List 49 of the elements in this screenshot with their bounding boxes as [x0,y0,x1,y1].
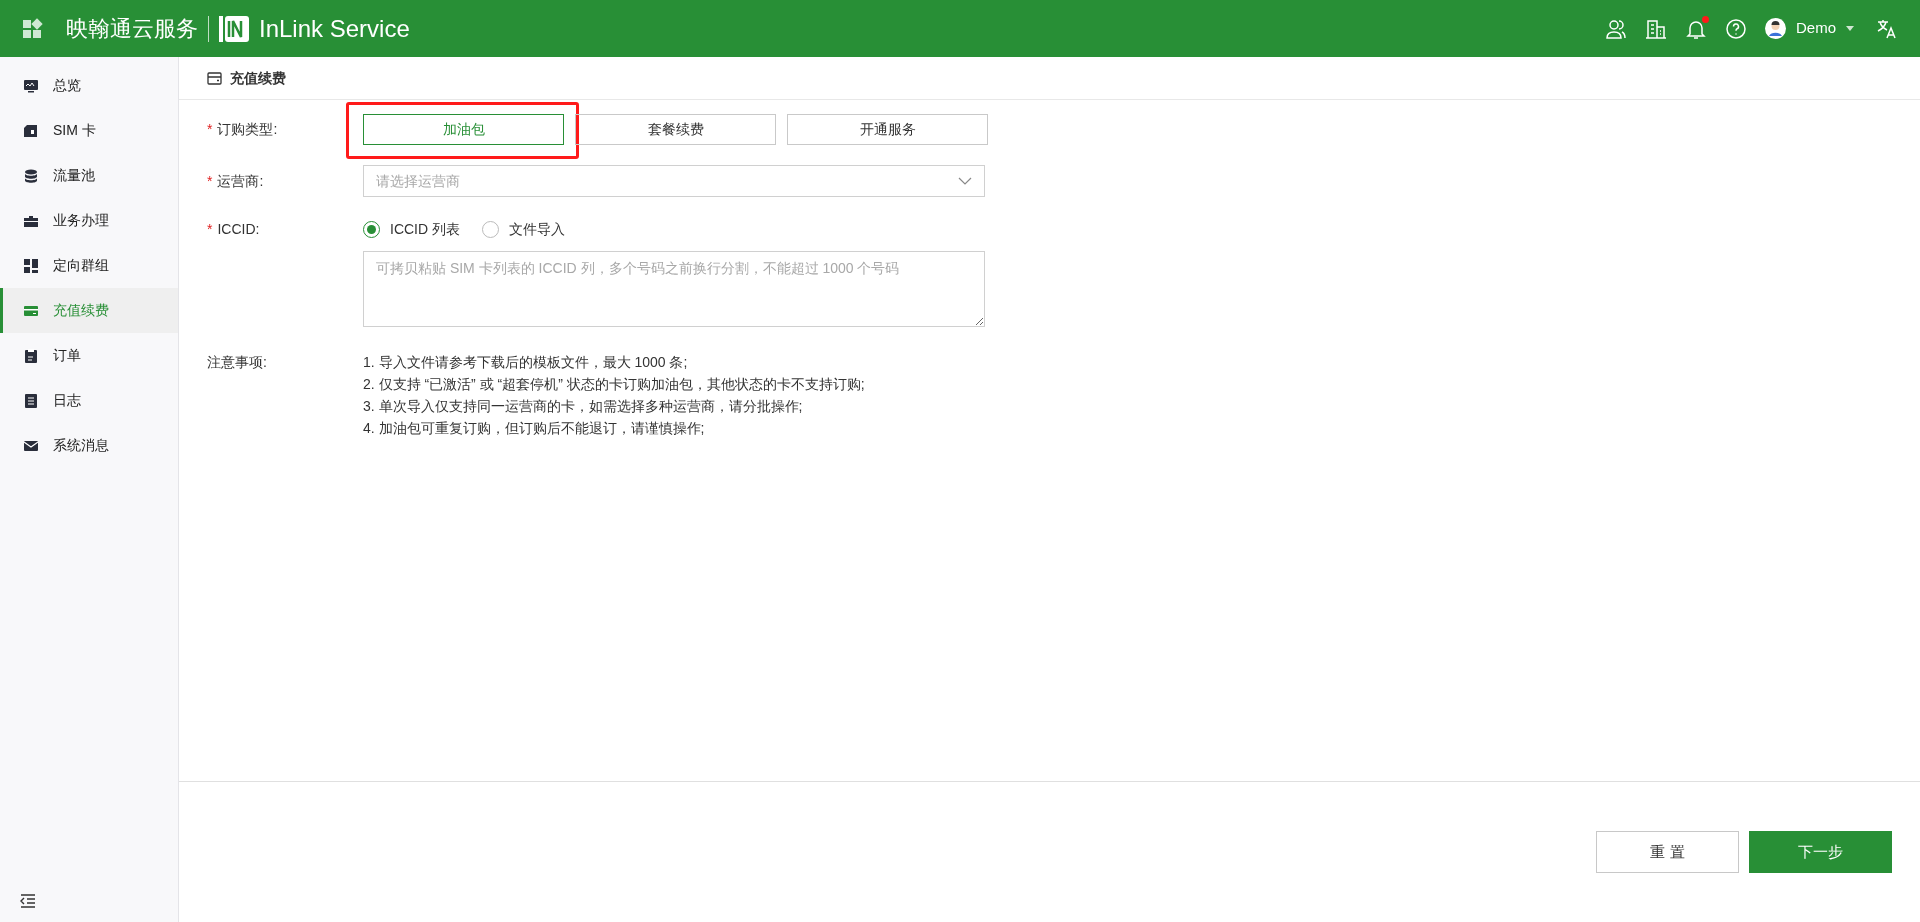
note-line: 2. 仅支持 “已激活” 或 “超套停机” 状态的卡订购加油包，其他状态的卡不支持订购; [363,375,866,394]
sidebar-item[interactable]: 订单 [0,333,178,378]
help-icon[interactable] [1725,17,1747,40]
field-label: 注意事项: [207,352,267,372]
grid-icon [23,257,39,274]
user-menu[interactable]: Demo [1765,17,1854,40]
avatar-icon [1765,18,1786,39]
field-label: 运营商: [217,171,264,191]
note-line: 4. 加油包可重复订购，但订购后不能退订，请谨慎操作; [363,419,706,438]
mode-radio[interactable]: ICCID 列表 [363,218,460,240]
required-mark: * [207,219,213,239]
logo-icon [219,15,249,42]
wallet-icon [207,71,222,85]
note-line: 1. 导入文件请参考下载后的模板文件，最大 1000 条; [363,353,689,372]
sidebar-item[interactable]: 流量池 [0,153,178,198]
collapse-menu-icon[interactable] [20,894,36,908]
order-type-option[interactable]: 套餐续费 [575,114,776,145]
document-icon [23,392,39,409]
order-type-option[interactable]: 加油包 [363,114,564,145]
sidebar-item[interactable]: SIM 卡 [0,108,178,153]
sidebar-item[interactable]: 系统消息 [0,423,178,468]
field-label: 订购类型: [217,119,278,139]
mode-radio[interactable]: 文件导入 [482,218,565,240]
reset-button[interactable]: 重 置 [1596,831,1739,873]
sidebar-item[interactable]: 业务办理 [0,198,178,243]
sidebar-item[interactable]: 定向群组 [0,243,178,288]
iccid-input[interactable]: 可拷贝粘贴 SIM 卡列表的 ICCID 列，多个号码之前换行分割，不能超过 1000 个号码 [363,251,985,327]
brand-name: 映翰通云服务 [66,15,198,43]
sim-card-icon [23,122,39,139]
caret-icon [1846,26,1854,31]
database-icon [23,167,39,184]
apps-icon[interactable] [22,17,44,40]
order-type-option[interactable]: 开通服务 [787,114,988,145]
user-group-icon[interactable] [1605,17,1627,40]
sidebar-item[interactable]: 充值续费 [0,288,178,333]
translate-icon[interactable] [1876,17,1898,40]
sidebar-item[interactable]: 总览 [0,63,178,108]
required-mark: * [207,171,213,191]
sidebar-item[interactable]: 日志 [0,378,178,423]
clipboard-icon [23,347,39,364]
monitor-icon [23,77,39,94]
note-line: 3. 单次导入仅支持同一运营商的卡，如需选择多种运营商，请分批操作; [363,397,804,416]
chevron-down-icon [958,177,972,185]
page-title: 充值续费 [230,68,286,88]
required-mark: * [207,119,213,139]
building-icon[interactable] [1645,17,1667,40]
next-button[interactable]: 下一步 [1749,831,1892,873]
field-label: ICCID: [217,219,260,239]
brand-name: InLink Service [259,13,410,44]
